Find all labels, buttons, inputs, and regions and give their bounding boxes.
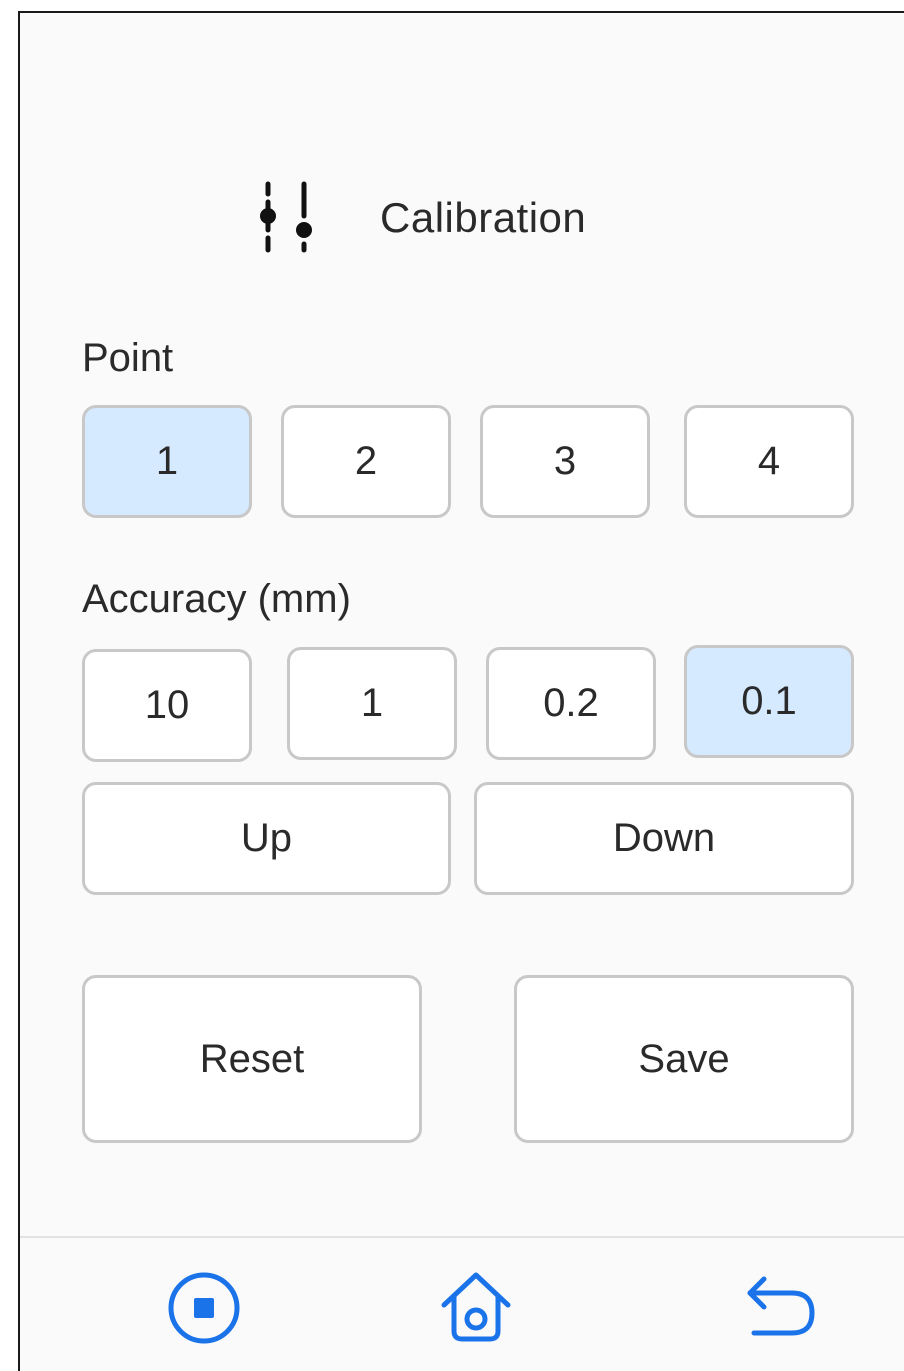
save-button[interactable]: Save xyxy=(514,975,854,1143)
down-button[interactable]: Down xyxy=(474,782,854,895)
page-header: Calibration xyxy=(240,168,586,268)
reset-button[interactable]: Reset xyxy=(82,975,422,1143)
back-icon[interactable] xyxy=(742,1271,822,1347)
accuracy-10-button[interactable]: 10 xyxy=(82,649,252,762)
point-1-button[interactable]: 1 xyxy=(82,405,252,518)
accuracy-1-button[interactable]: 1 xyxy=(287,647,457,760)
sliders-icon xyxy=(260,181,312,253)
point-3-button[interactable]: 3 xyxy=(480,405,650,518)
accuracy-label: Accuracy (mm) xyxy=(82,577,351,621)
accuracy-0.2-button[interactable]: 0.2 xyxy=(486,647,656,760)
page-title: Calibration xyxy=(380,194,587,241)
point-2-button[interactable]: 2 xyxy=(281,405,451,518)
up-button[interactable]: Up xyxy=(82,782,451,895)
stop-icon[interactable] xyxy=(166,1270,242,1346)
calibration-screen: Calibration Point 1 2 3 4 Accuracy (mm) … xyxy=(18,11,904,1371)
point-label: Point xyxy=(82,336,174,380)
accuracy-0.1-button[interactable]: 0.1 xyxy=(684,645,854,758)
home-icon[interactable] xyxy=(436,1267,516,1347)
point-4-button[interactable]: 4 xyxy=(684,405,854,518)
bottom-nav-divider xyxy=(20,1236,904,1238)
